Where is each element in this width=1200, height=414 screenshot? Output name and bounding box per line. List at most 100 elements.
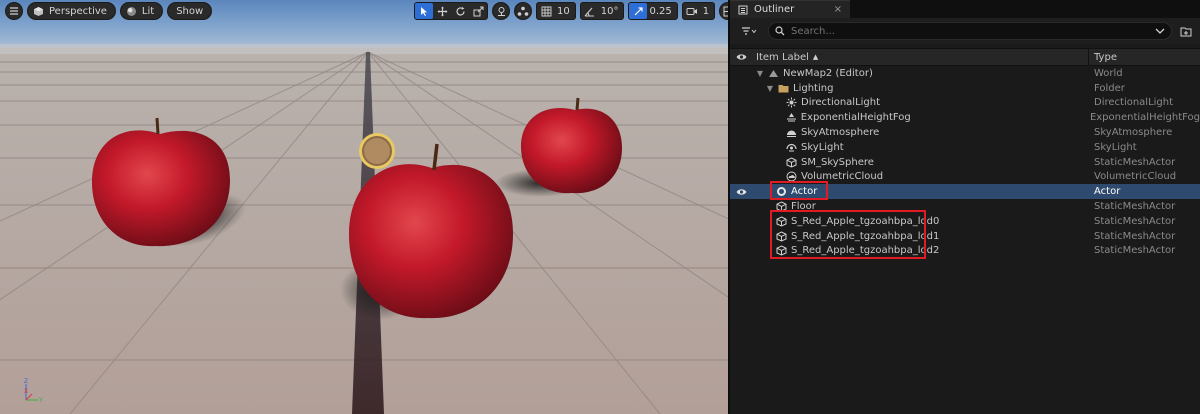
row-label: ExponentialHeightFog xyxy=(800,112,911,124)
row-visibility-toggle[interactable] xyxy=(730,188,752,196)
outliner-list-icon xyxy=(738,5,748,14)
row-type: StaticMeshActor xyxy=(1094,156,1176,168)
height-fog-icon xyxy=(786,113,796,122)
tree-row-lighting-folder[interactable]: ▼ Lighting Folder xyxy=(730,81,1200,96)
angle-icon xyxy=(584,7,595,17)
row-type: Actor xyxy=(1094,186,1121,198)
lit-sphere-icon xyxy=(126,6,136,16)
perspective-label: Perspective xyxy=(49,5,107,17)
globe-pin-icon xyxy=(497,6,505,16)
tab-outliner[interactable]: Outliner × xyxy=(730,0,850,18)
scale-snap-control[interactable]: 0.25 xyxy=(628,2,678,20)
tree-row-sky-sphere[interactable]: SM_SkySphere StaticMeshActor xyxy=(730,155,1200,170)
cursor-arrow-icon xyxy=(421,6,427,16)
grid-snap-control[interactable]: 10 xyxy=(536,2,576,20)
outliner-tree: ▼ NewMap2 (Editor) World ▼ Lighting Fold… xyxy=(730,66,1200,259)
chevron-down-icon[interactable] xyxy=(1155,27,1165,35)
outliner-column-header: Item Label ▲ Type xyxy=(730,48,1200,66)
scale-snap-toggle[interactable] xyxy=(629,3,648,19)
tree-row-world[interactable]: ▼ NewMap2 (Editor) World xyxy=(730,66,1200,81)
search-box xyxy=(768,22,1172,40)
move-arrows-icon xyxy=(437,6,447,16)
rotate-tool-button[interactable] xyxy=(451,3,469,19)
show-button[interactable]: Show xyxy=(167,2,213,20)
axis-gizmo: Z X Y xyxy=(24,378,43,404)
axis-y-label: Y xyxy=(38,397,43,404)
scale-snap-icon xyxy=(634,6,643,15)
filter-icon xyxy=(742,27,757,35)
row-label: SkyLight xyxy=(801,141,844,153)
lit-label: Lit xyxy=(141,5,155,17)
coordinate-space-button[interactable] xyxy=(492,2,510,20)
perspective-button[interactable]: Perspective xyxy=(27,2,116,20)
annotation-box-actor xyxy=(770,181,828,200)
surface-snap-button[interactable] xyxy=(514,2,532,20)
translate-tool-button[interactable] xyxy=(433,3,451,19)
outliner-search-row xyxy=(730,18,1200,44)
viewport-menu-button[interactable] xyxy=(5,2,23,20)
item-label-column-header[interactable]: Item Label ▲ xyxy=(752,49,1089,65)
camera-speed-value: 1 xyxy=(702,5,710,17)
row-type: ExponentialHeightFog xyxy=(1089,112,1200,124)
search-input[interactable] xyxy=(791,25,1149,37)
close-icon[interactable]: × xyxy=(834,4,842,15)
actor-sprite-icon[interactable] xyxy=(359,133,395,169)
rotate-snap-control[interactable]: 10° xyxy=(579,2,625,20)
tree-row-sky-atmosphere[interactable]: SkyAtmosphere SkyAtmosphere xyxy=(730,125,1200,140)
folder-add-icon xyxy=(1180,27,1192,36)
folder-icon xyxy=(778,84,789,93)
hamburger-icon xyxy=(10,7,18,15)
grid-snap-toggle[interactable] xyxy=(537,3,555,19)
tree-row-sky-light[interactable]: SkyLight SkyLight xyxy=(730,140,1200,155)
add-folder-button[interactable] xyxy=(1178,23,1194,39)
camera-speed-control[interactable]: 1 xyxy=(681,2,716,20)
annotation-box-apple-lods xyxy=(770,210,926,259)
axis-x-label: X xyxy=(24,388,28,395)
expand-arrow-icon[interactable]: ▼ xyxy=(766,84,774,93)
eye-icon xyxy=(736,54,746,60)
row-type: VolumetricCloud xyxy=(1094,171,1177,183)
scale-tool-button[interactable] xyxy=(469,3,487,19)
row-type: Folder xyxy=(1094,82,1125,94)
sort-ascending-icon: ▲ xyxy=(812,53,819,61)
eye-icon xyxy=(736,189,746,195)
tree-row-directional-light[interactable]: DirectionalLight DirectionalLight xyxy=(730,96,1200,111)
world-map-icon xyxy=(769,69,778,77)
outliner-tab-bar: Outliner × xyxy=(730,0,1200,18)
camera-icon xyxy=(686,7,697,15)
select-tool-button[interactable] xyxy=(415,3,433,19)
outliner-panel: Outliner × Item Label ▲ xyxy=(728,0,1200,414)
expand-arrow-icon[interactable]: ▼ xyxy=(756,69,764,78)
row-type: SkyAtmosphere xyxy=(1094,127,1173,139)
row-type: World xyxy=(1094,67,1123,79)
row-type: StaticMeshActor xyxy=(1094,215,1176,227)
type-column-header[interactable]: Type xyxy=(1089,52,1117,63)
filter-button[interactable] xyxy=(736,22,762,40)
cube-icon xyxy=(34,6,43,16)
transform-tools xyxy=(414,2,488,20)
viewport-layout-button[interactable] xyxy=(719,2,728,20)
level-viewport[interactable]: Perspective Lit Show 10 10° 0.25 1 Z X Y xyxy=(0,0,728,414)
tree-row-height-fog[interactable]: ExponentialHeightFog ExponentialHeightFo… xyxy=(730,110,1200,125)
row-label: SkyAtmosphere xyxy=(801,127,880,139)
static-mesh-icon xyxy=(786,157,797,168)
surface-snap-icon xyxy=(517,6,529,16)
viewport-right-toolbar: 10 10° 0.25 1 xyxy=(414,2,728,20)
grid-icon xyxy=(541,6,551,16)
axis-z-label: Z xyxy=(24,378,28,385)
rotate-snap-value: 10° xyxy=(600,5,619,17)
camera-speed-toggle[interactable] xyxy=(683,3,701,19)
row-label: SM_SkySphere xyxy=(801,156,874,168)
row-type: StaticMeshActor xyxy=(1094,245,1176,257)
row-type: DirectionalLight xyxy=(1094,97,1174,109)
directional-light-icon xyxy=(786,97,797,108)
search-icon xyxy=(775,26,785,36)
sky-light-icon xyxy=(786,143,797,152)
row-type: StaticMeshActor xyxy=(1094,201,1176,213)
visibility-column-header[interactable] xyxy=(730,53,752,61)
viewport-left-toolbar: Perspective Lit Show xyxy=(5,2,213,20)
lit-button[interactable]: Lit xyxy=(119,2,164,20)
scale-icon xyxy=(473,6,483,16)
row-label: Lighting xyxy=(793,82,834,94)
rotate-snap-toggle[interactable] xyxy=(581,3,599,19)
